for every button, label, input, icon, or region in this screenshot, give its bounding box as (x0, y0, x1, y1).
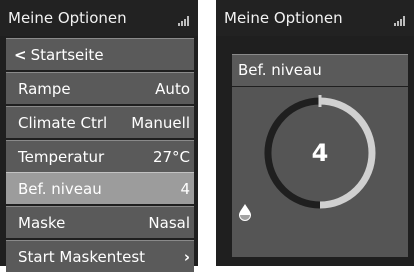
menu-item-value: Auto (155, 80, 190, 98)
dial-value: 4 (311, 139, 329, 167)
menu-item-value: Nasal (148, 214, 190, 232)
menu-item-rampe[interactable]: Rampe Auto (6, 72, 194, 104)
menu-item-value: 4 (180, 180, 190, 198)
title-bar: Meine Optionen (0, 0, 198, 36)
humidity-dial[interactable]: 4 (232, 87, 408, 257)
menu-item-label: Rampe (18, 80, 71, 98)
signal-icon (178, 16, 190, 26)
back-label: Startseite (30, 46, 104, 64)
menu-item-label: Bef. niveau (18, 180, 102, 198)
menu-item-label: Maske (18, 214, 66, 232)
title-bar: Meine Optionen (216, 0, 414, 36)
setting-detail-screen: Meine Optionen Bef. niveau 4 (216, 0, 414, 266)
signal-icon (394, 16, 406, 26)
menu-screen: Meine Optionen < Startseite Rampe Auto Cl… (0, 0, 198, 272)
menu-item-climate-ctrl[interactable]: Climate Ctrl Manuell (6, 106, 194, 138)
parameter-header: Bef. niveau (232, 54, 408, 86)
back-button-startseite[interactable]: < Startseite (6, 38, 194, 70)
chevron-left-icon: < (14, 46, 27, 64)
menu-item-maske[interactable]: Maske Nasal (6, 206, 194, 238)
menu-item-label: Start Maskentest (18, 248, 146, 266)
menu-item-value: 27°C (152, 148, 190, 166)
chevron-right-icon: › (183, 248, 190, 266)
menu-item-label: Temperatur (18, 148, 105, 166)
dial-gauge (264, 95, 376, 209)
menu-item-bef-niveau[interactable]: Bef. niveau 4 (6, 172, 194, 204)
menu-item-start-maskentest[interactable]: Start Maskentest › (6, 240, 194, 272)
screen-title: Meine Optionen (8, 9, 127, 27)
menu-item-label: Climate Ctrl (18, 114, 108, 132)
menu-item-temperatur[interactable]: Temperatur 27°C (6, 140, 194, 172)
screen-title: Meine Optionen (224, 9, 343, 27)
humidity-drop-icon (239, 204, 251, 221)
parameter-label: Bef. niveau (238, 61, 322, 79)
menu-item-value: Manuell (131, 114, 190, 132)
